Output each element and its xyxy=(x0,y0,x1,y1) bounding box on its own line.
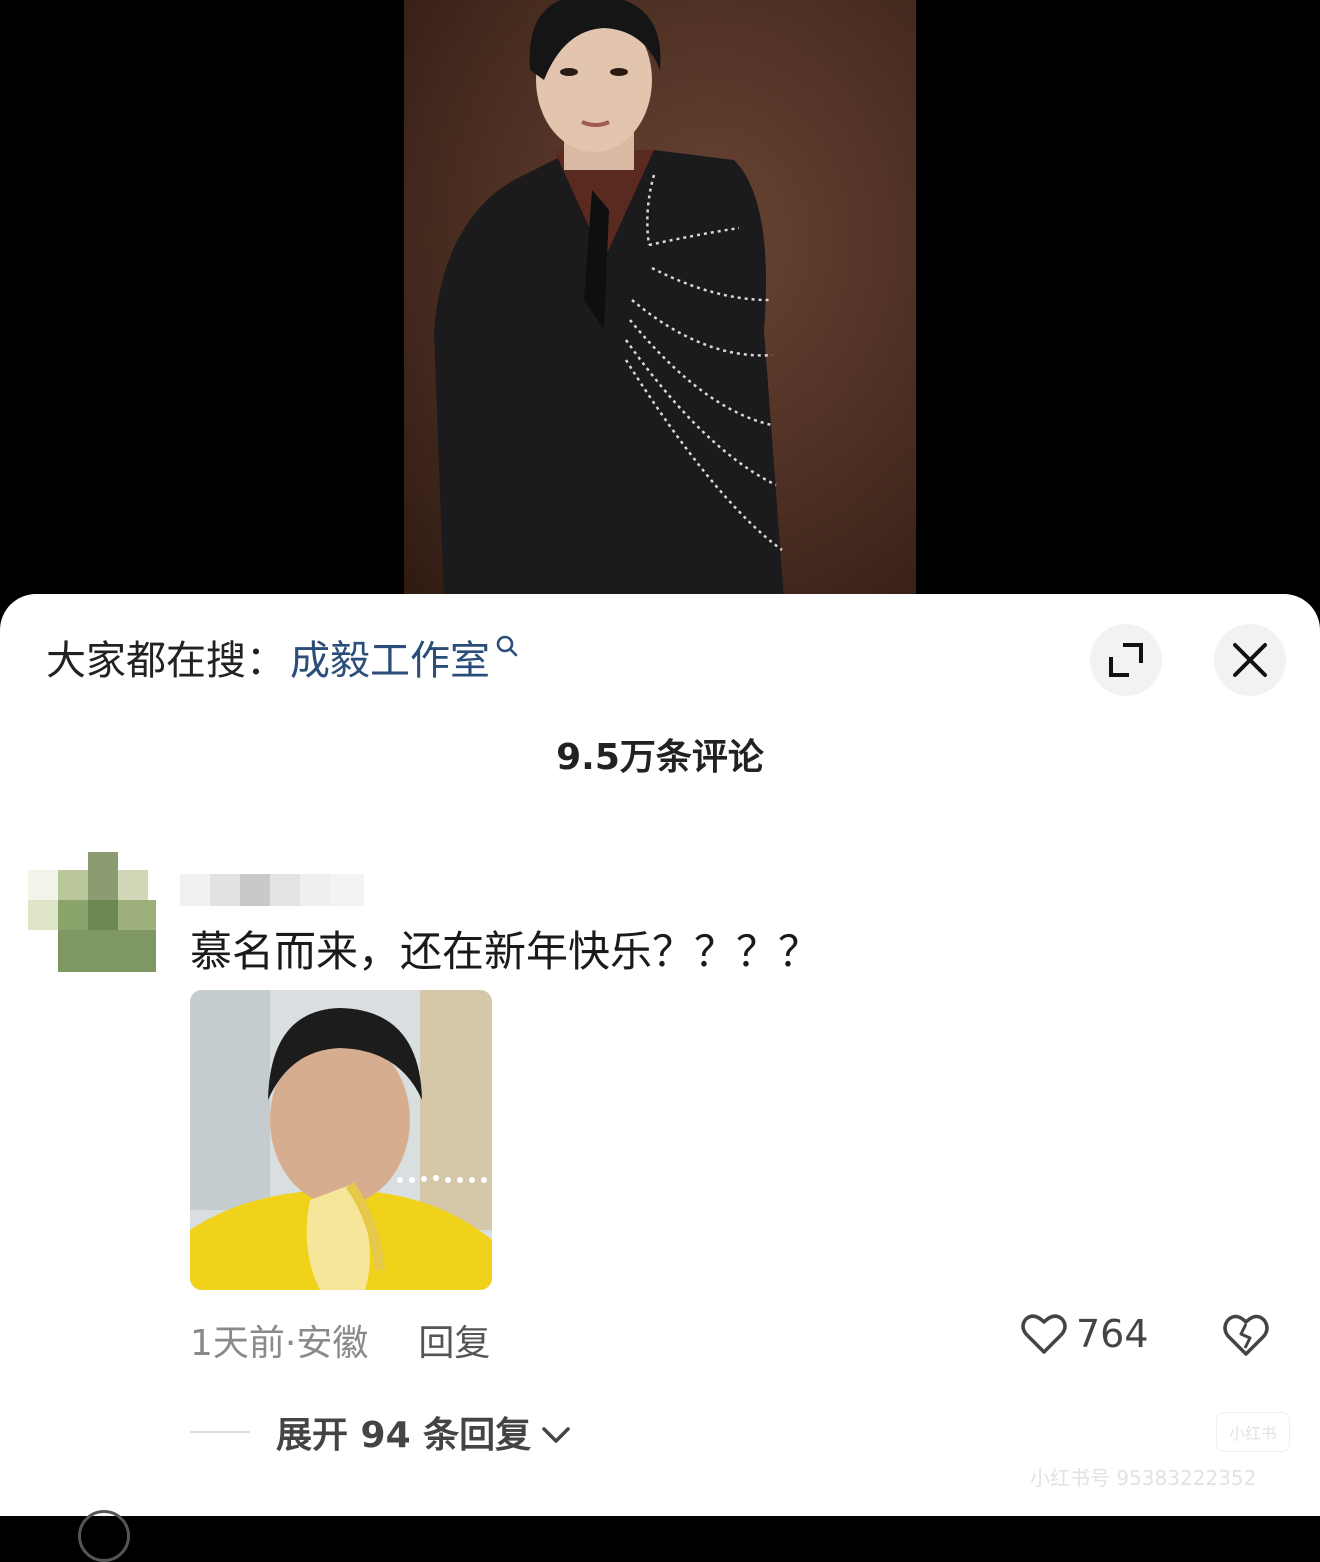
reply-button[interactable]: 回复 xyxy=(418,1314,490,1366)
avatar[interactable] xyxy=(28,848,156,972)
comment-sheet: 大家都在搜： 成毅工作室 9.5万条评论 慕名而来，还在新年快乐？？？？ 1天前… xyxy=(0,594,1320,1562)
expand-replies-label: 展开 94 条回复 xyxy=(276,1415,532,1456)
comment-photo xyxy=(190,990,492,1290)
avatar-image xyxy=(28,852,156,972)
search-suggestion-term[interactable]: 成毅工作室 xyxy=(290,628,490,686)
like-count: 764 xyxy=(1076,1312,1149,1356)
close-icon xyxy=(1233,643,1267,677)
comment-meta: 1天前·安徽 回复 xyxy=(190,1314,490,1366)
close-button[interactable] xyxy=(1214,624,1286,696)
expand-button[interactable] xyxy=(1090,624,1162,696)
portrait-illustration xyxy=(434,0,784,600)
search-icon xyxy=(496,635,518,657)
like-button[interactable]: 764 xyxy=(1020,1312,1149,1356)
username-blurred[interactable] xyxy=(180,874,364,906)
comment-text: 慕名而来，还在新年快乐？？？？ xyxy=(190,927,821,976)
post-photo xyxy=(404,0,916,600)
next-comment-avatar[interactable] xyxy=(78,1510,130,1562)
comment-count-title: 9.5万条评论 xyxy=(556,737,764,778)
chevron-down-icon xyxy=(542,1427,570,1443)
search-suggestion[interactable]: 大家都在搜： 成毅工作室 xyxy=(46,622,520,692)
heart-icon xyxy=(1021,1314,1067,1354)
search-suggestion-prefix: 大家都在搜： xyxy=(46,638,286,684)
divider-line xyxy=(190,1431,250,1433)
dislike-button[interactable] xyxy=(1222,1312,1270,1362)
media-viewer[interactable] xyxy=(0,0,1320,620)
watermark-text: 小红书号 95383222352 xyxy=(1030,1466,1257,1490)
comment-image[interactable] xyxy=(190,990,492,1290)
watermark-badge: 小红书 xyxy=(1216,1412,1290,1452)
expand-replies-button[interactable]: 展开 94 条回复 xyxy=(190,1406,571,1458)
comment-time-location: 1天前·安徽 xyxy=(190,1323,369,1364)
expand-icon xyxy=(1109,643,1143,677)
broken-heart-icon xyxy=(1223,1314,1269,1356)
